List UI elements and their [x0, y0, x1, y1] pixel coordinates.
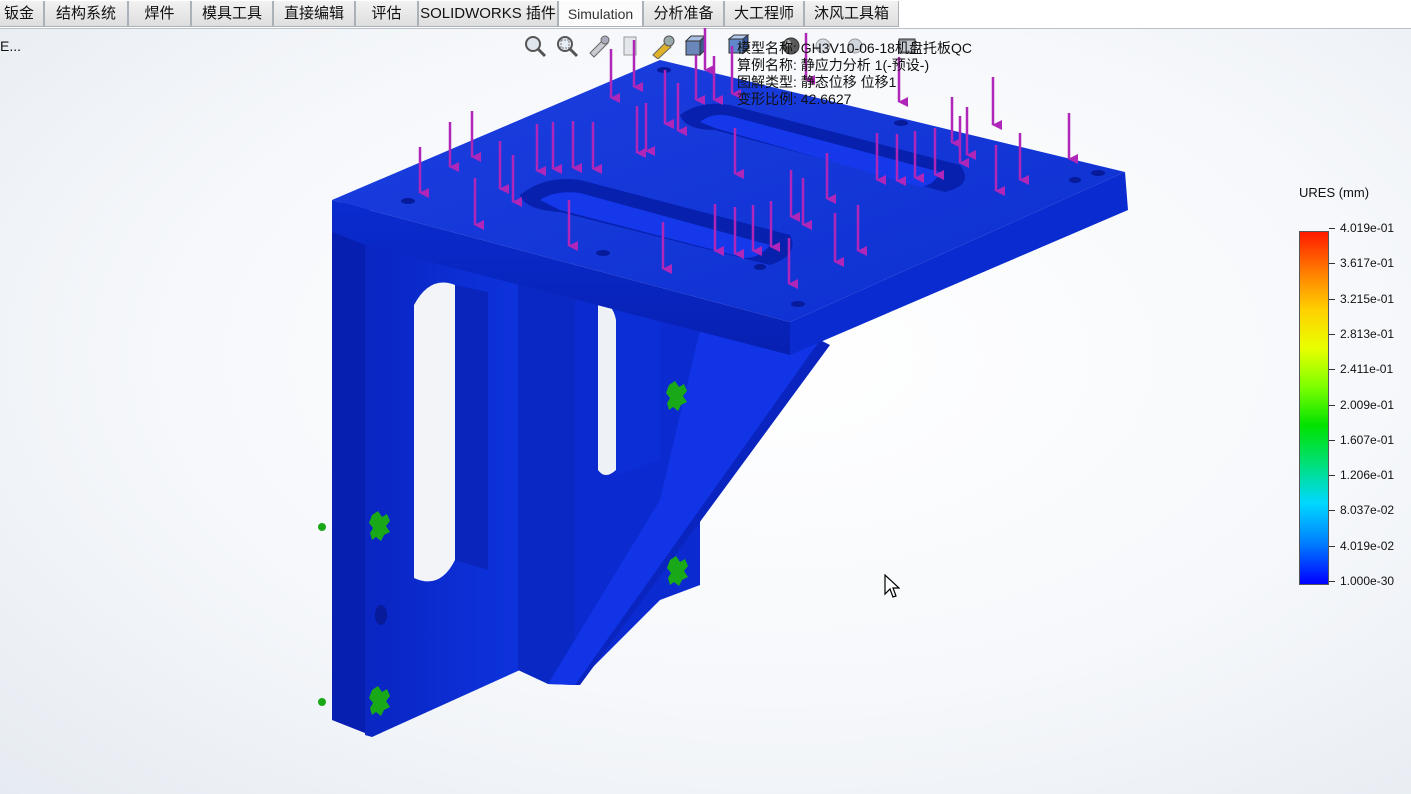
legend-tick [1329, 263, 1335, 265]
graphics-viewport[interactable] [0, 28, 1411, 794]
legend-tick-label: 4.019e-01 [1340, 221, 1395, 235]
color-legend-bar[interactable] [1299, 231, 1329, 585]
legend-tick [1329, 545, 1335, 547]
tab-analysis-prep[interactable]: 分析准备 [643, 1, 724, 27]
mouse-cursor-icon [884, 574, 900, 598]
legend-tick-label: 3.215e-01 [1340, 291, 1395, 306]
deformation-scale-text: 变形比例: 42.6627 [737, 91, 852, 107]
model-name-text: 模型名称: GH3V10-06-18机盘托板QC [737, 40, 972, 56]
center-web [518, 280, 575, 685]
tab-mufeng-toolbox[interactable]: 沐风工具箱 [804, 1, 899, 27]
legend-tick [1329, 228, 1335, 229]
legend-tick-label: 4.019e-02 [1340, 538, 1395, 553]
tab-direct-editing[interactable]: 直接编辑 [273, 1, 355, 27]
legend-title: URES (mm) [1299, 185, 1370, 200]
plot-type-text: 图解类型: 静态位移 位移1 [737, 74, 897, 90]
legend-tick-label: 2.813e-01 [1340, 326, 1395, 341]
tab-evaluate[interactable]: 评估 [355, 1, 418, 27]
legend-tick-label: 2.411e-01 [1340, 362, 1394, 377]
legend-tick-label: 1.206e-01 [1340, 468, 1395, 483]
tab-mold-tools[interactable]: 模具工具 [191, 1, 273, 27]
displacement-plot-model [318, 28, 1128, 737]
legend-tick-label: 1.000e-30 [1340, 574, 1395, 588]
study-name-text: 算例名称: 静应力分析 1(-预设-) [737, 57, 930, 73]
legend-tick-label: 1.607e-01 [1340, 432, 1395, 447]
legend-tick [1329, 510, 1335, 512]
legend-tick [1329, 369, 1335, 371]
tab-sheet-metal[interactable]: 钣金 [0, 1, 44, 27]
tab-structure-system[interactable]: 结构系统 [44, 1, 128, 27]
vertical-plate [332, 196, 370, 735]
vertical-slot [414, 282, 455, 582]
plot-info-block: 模型名称: GH3V10-06-18机盘托板QC 算例名称: 静应力分析 1(-… [737, 40, 972, 108]
legend-tick [1329, 475, 1335, 477]
legend-tick-label: 2.009e-01 [1340, 397, 1395, 412]
legend-tick-label: 3.617e-01 [1340, 256, 1395, 271]
legend-tick-label: 8.037e-02 [1340, 503, 1395, 518]
legend-tick [1329, 298, 1335, 300]
legend-tick [1329, 581, 1335, 582]
legend-tick [1329, 404, 1335, 406]
tab-simulation[interactable]: Simulation [558, 1, 643, 27]
tab-weldments[interactable]: 焊件 [128, 1, 191, 27]
legend-tick [1329, 439, 1335, 441]
mount-hole [375, 605, 387, 625]
tab-big-engineer[interactable]: 大工程师 [724, 1, 804, 27]
command-manager-tabs: 钣金 结构系统 焊件 模具工具 直接编辑 评估 SOLIDWORKS 插件 Si… [0, 0, 1411, 29]
tab-solidworks-addins[interactable]: SOLIDWORKS 插件 [418, 1, 558, 27]
legend-tick [1329, 333, 1335, 335]
